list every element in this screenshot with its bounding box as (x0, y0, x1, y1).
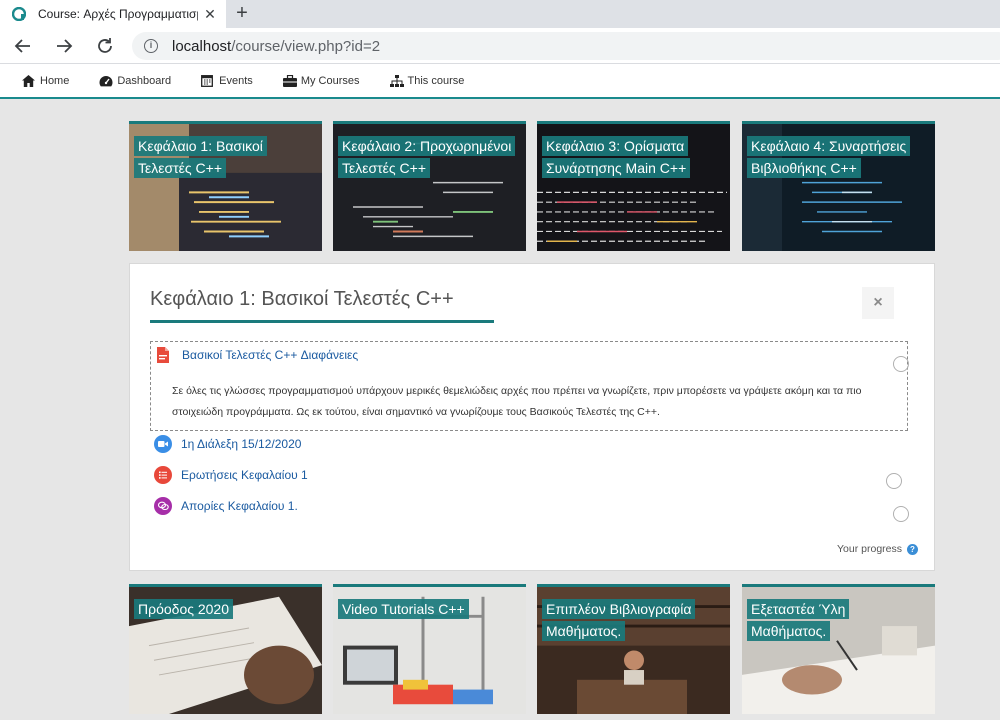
dashboard-icon (99, 75, 113, 87)
new-tab-button[interactable]: + (232, 3, 252, 23)
tile-title: Κεφάλαιο 1: Βασικοί Τελεστές C++ (129, 133, 319, 181)
nav-events[interactable]: Events (201, 75, 253, 87)
tab-close-icon[interactable]: ✕ (202, 6, 218, 22)
forum-icon (154, 497, 172, 515)
section-tile-1[interactable]: Κεφάλαιο 1: Βασικοί Τελεστές C++ (129, 121, 322, 251)
tile-title: Κεφάλαιο 2: Προχωρημένοι Τελεστές C++ (333, 133, 523, 181)
video-icon (154, 435, 172, 453)
url-text: localhost/course/view.php?id=2 (172, 38, 380, 55)
activity-item[interactable]: Ερωτήσεις Κεφαλαίου 1 (154, 466, 308, 484)
nav-this-course[interactable]: This course (389, 74, 465, 87)
nav-dashboard[interactable]: Dashboard (99, 75, 171, 87)
progress-indicator: Your progress ? (837, 543, 918, 555)
activity-link[interactable]: Βασικοί Τελεστές C++ Διαφάνειες (182, 348, 358, 362)
section-tile-5[interactable]: Πρόοδος 2020 (129, 584, 322, 714)
browser-tab-bar: Course: Αρχές Προγραμματισμο ✕ + (0, 0, 1000, 28)
reload-icon (98, 38, 112, 53)
home-icon (22, 74, 36, 87)
activity-item[interactable]: Απορίες Κεφαλαίου 1. (154, 497, 298, 515)
nav-my-courses[interactable]: My Courses (282, 74, 360, 87)
nav-home-label: Home (40, 74, 70, 87)
section-tile-7[interactable]: Επιπλέον Βιβλιογραφία Μαθήματος. (537, 584, 730, 714)
tile-title: Πρόοδος 2020 (129, 596, 238, 622)
browser-toolbar: i localhost/course/view.php?id=2 (0, 28, 1000, 64)
nav-my-courses-label: My Courses (300, 74, 360, 87)
info-icon[interactable]: i (144, 39, 158, 53)
moodle-favicon-icon (12, 7, 26, 21)
tile-title: Επιπλέον Βιβλιογραφία Μαθήματος. (537, 596, 727, 644)
completion-checkbox[interactable] (886, 473, 902, 489)
activity-item[interactable]: Βασικοί Τελεστές C++ Διαφάνειες (154, 346, 358, 364)
tile-title: Video Tutorials C++ (333, 596, 474, 622)
pdf-icon (154, 346, 172, 364)
quiz-icon (154, 466, 172, 484)
close-section-button[interactable]: × (862, 287, 894, 319)
sitemap-icon (389, 74, 404, 87)
section-panel: Κεφάλαιο 1: Βασικοί Τελεστές C++ × Βασικ… (129, 263, 935, 571)
nav-this-course-label: This course (407, 74, 465, 87)
back-button[interactable] (13, 36, 33, 56)
site-navbar: Home Dashboard Events My Courses This co… (0, 64, 1000, 99)
activity-description: Σε όλες τις γλώσσες προγραμματισμού υπάρ… (172, 385, 862, 418)
section-tile-3[interactable]: Κεφάλαιο 3: Ορίσματα Συνάρτησης Main C++ (537, 121, 730, 251)
completion-checkbox[interactable] (893, 506, 909, 522)
help-icon[interactable]: ? (907, 543, 918, 555)
arrow-right-icon (57, 39, 73, 53)
reload-button[interactable] (95, 36, 115, 56)
tile-title: Κεφάλαιο 4: Συναρτήσεις Βιβλιοθήκης C++ (742, 133, 932, 181)
calendar-icon (201, 75, 215, 87)
arrow-left-icon (14, 39, 30, 53)
title-underline (150, 320, 494, 323)
nav-home[interactable]: Home (22, 74, 70, 87)
forward-button[interactable] (54, 36, 74, 56)
nav-dashboard-label: Dashboard (117, 74, 172, 87)
briefcase-icon (282, 74, 297, 87)
url-field[interactable]: i localhost/course/view.php?id=2 (132, 32, 1000, 60)
activity-item[interactable]: 1η Διάλεξη 15/12/2020 (154, 435, 301, 453)
url-path: /course/view.php?id=2 (231, 37, 381, 55)
nav-events-label: Events (219, 74, 253, 87)
section-tile-4[interactable]: Κεφάλαιο 4: Συναρτήσεις Βιβλιοθήκης C++ (742, 121, 935, 251)
url-host: localhost (172, 37, 232, 55)
section-tile-6[interactable]: Video Tutorials C++ (333, 584, 526, 714)
progress-label: Your progress (837, 543, 902, 555)
section-title: Κεφάλαιο 1: Βασικοί Τελεστές C++ (150, 288, 454, 310)
browser-tab[interactable]: Course: Αρχές Προγραμματισμο ✕ (0, 0, 226, 28)
completion-checkbox[interactable] (893, 356, 909, 372)
activity-link[interactable]: 1η Διάλεξη 15/12/2020 (181, 437, 301, 451)
tile-title: Εξεταστέα Ύλη Μαθήματος. (742, 596, 932, 644)
activity-link[interactable]: Απορίες Κεφαλαίου 1. (181, 499, 298, 513)
activity-link[interactable]: Ερωτήσεις Κεφαλαίου 1 (181, 468, 308, 482)
section-tile-2[interactable]: Κεφάλαιο 2: Προχωρημένοι Τελεστές C++ (333, 121, 526, 251)
tab-title: Course: Αρχές Προγραμματισμο (38, 7, 198, 21)
section-tile-8[interactable]: Εξεταστέα Ύλη Μαθήματος. (742, 584, 935, 714)
tile-title: Κεφάλαιο 3: Ορίσματα Συνάρτησης Main C++ (537, 133, 727, 181)
